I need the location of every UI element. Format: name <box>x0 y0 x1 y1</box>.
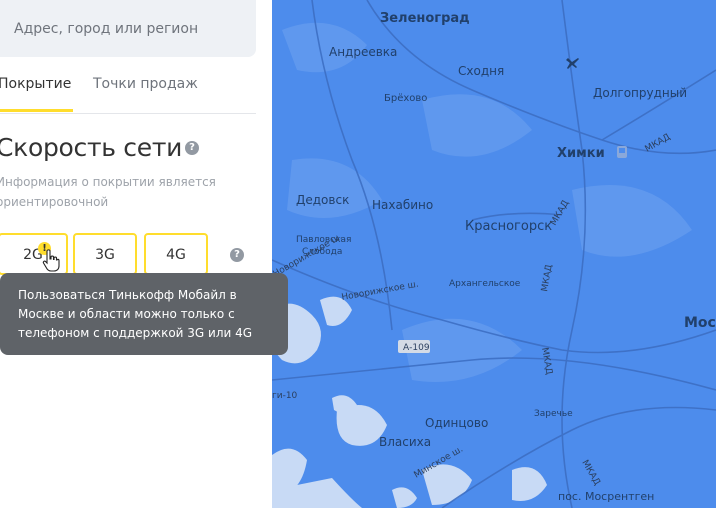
map-city-nakhabino: Нахабино <box>372 198 433 212</box>
map-city-zelenograd: Зеленоград <box>380 11 470 26</box>
map-city-khimki: Химки <box>557 146 605 161</box>
search-input[interactable] <box>0 19 256 38</box>
map-city-mosrentgen: пос. Мосрентген <box>558 490 654 503</box>
map-city-vlasikha: Власиха <box>379 435 431 449</box>
map-city-arkhangelskoe: Архангельское <box>449 279 521 289</box>
search-box[interactable] <box>0 0 256 57</box>
network-help-icon[interactable]: ? <box>230 248 244 262</box>
help-icon[interactable]: ? <box>185 141 199 155</box>
tab-coverage[interactable]: Покрытие <box>0 76 74 112</box>
map-city-skhodnya: Сходня <box>458 64 504 78</box>
tab-sales-points[interactable]: Точки продаж <box>93 76 198 112</box>
map-city-dolgoprudny: Долгопрудный <box>593 86 687 100</box>
map-city-krasnogorsk: Красногорск <box>465 219 552 234</box>
map-city-moscow: Мос <box>684 315 716 331</box>
hand-cursor-icon <box>42 249 60 272</box>
network-4g-button[interactable]: 4G <box>144 233 208 275</box>
network-3g-button[interactable]: 3G <box>73 233 137 275</box>
map-city-odintsovo: Одинцово <box>425 416 488 430</box>
tab-bar: Покрытие Точки продаж <box>0 72 256 114</box>
section-title: Скорость сети <box>0 133 183 162</box>
coverage-info-text: Информация о покрытии является ориентиро… <box>0 175 216 209</box>
railway-station-icon <box>617 146 627 158</box>
map-city-dedovsk: Дедовск <box>296 193 349 207</box>
map-road-a109: А-109 <box>403 343 430 353</box>
coverage-map[interactable]: Зеленоград Андреевка Сходня Долгопрудный… <box>272 0 716 508</box>
map-city-andreevka: Андреевка <box>329 45 397 59</box>
map-city-brekhovo: Брёхово <box>384 93 427 104</box>
map-road-rizh10: ги-10 <box>272 391 298 401</box>
tooltip: Пользоваться Тинькофф Мобайл в Москве и … <box>0 273 288 355</box>
side-panel: Покрытие Точки продаж Скорость сети ? Ин… <box>0 0 272 508</box>
map-city-zarechye: Заречье <box>534 409 573 419</box>
